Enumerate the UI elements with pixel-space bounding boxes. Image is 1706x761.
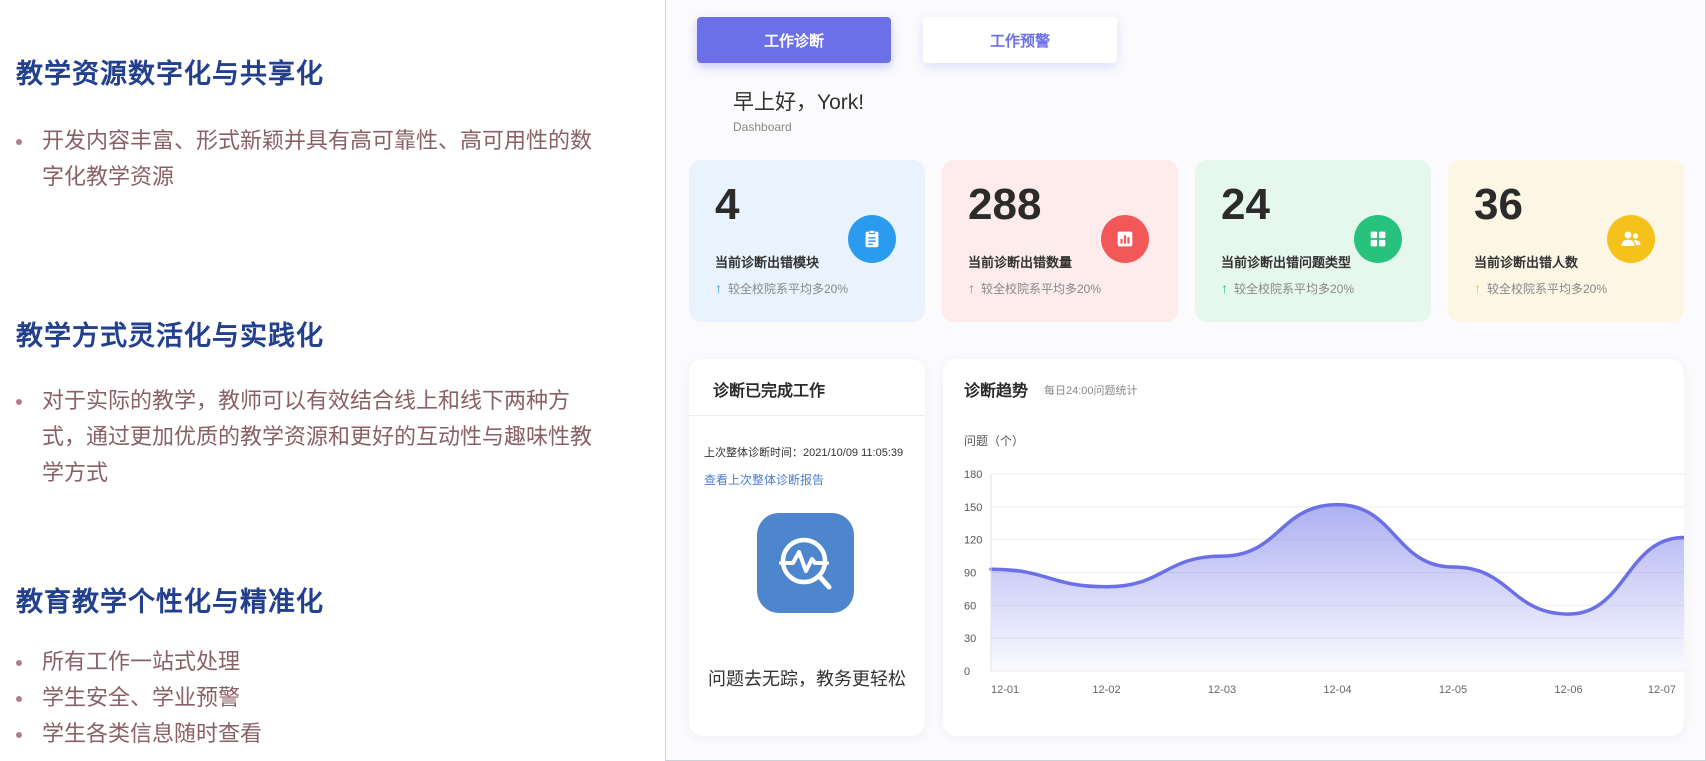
y-tick-label: 90 xyxy=(964,568,976,580)
section-bullets-resources: 开发内容丰富、形式新颖并具有高可靠性、高可用性的数字化教学资源 xyxy=(16,124,596,196)
x-tick-label: 12-07 xyxy=(1648,684,1676,696)
section-title-teaching: 教学方式灵活化与实践化 xyxy=(16,321,324,352)
stat-label: 当前诊断出错模块 xyxy=(715,255,820,270)
arrow-up-icon: ↑ xyxy=(968,280,975,296)
diagnosis-icon xyxy=(757,513,854,613)
stat-card-people[interactable]: 36 当前诊断出错人数 ↑ 较全校院系平均多20% xyxy=(1448,160,1684,322)
stat-comparison: ↑ 较全校院系平均多20% xyxy=(1221,280,1354,297)
list-item: 学生安全、学业预警 xyxy=(16,681,596,717)
stat-comparison: ↑ 较全校院系平均多20% xyxy=(715,280,848,297)
section-bullets-personalized: 所有工作一站式处理 学生安全、学业预警 学生各类信息随时查看 xyxy=(16,645,596,753)
view-last-report-link[interactable]: 查看上次整体诊断报告 xyxy=(704,471,824,488)
y-tick-label: 150 xyxy=(964,502,982,514)
chart-title: 诊断趋势 xyxy=(964,383,1029,400)
x-tick-label: 12-02 xyxy=(1092,684,1120,696)
arrow-up-icon: ↑ xyxy=(715,280,722,296)
x-tick-label: 12-06 xyxy=(1554,684,1582,696)
list-item: 对于实际的教学，教师可以有效结合线上和线下两种方式，通过更加优质的教学资源和更好… xyxy=(16,384,596,492)
clipboard-icon xyxy=(848,215,896,263)
section-bullets-teaching: 对于实际的教学，教师可以有效结合线上和线下两种方式，通过更加优质的教学资源和更好… xyxy=(16,384,596,492)
y-tick-label: 60 xyxy=(964,600,976,612)
stat-label: 当前诊断出错问题类型 xyxy=(1221,255,1352,270)
arrow-up-icon: ↑ xyxy=(1221,280,1228,296)
tab-work-warning[interactable]: 工作预警 xyxy=(923,17,1117,63)
stat-comparison-text: 较全校院系平均多20% xyxy=(981,282,1102,296)
completed-work-title: 诊断已完成工作 xyxy=(713,383,826,400)
chart-subtitle: 每日24:00问题统计 xyxy=(1044,385,1138,397)
greeting-text: 早上好，York! xyxy=(733,91,865,114)
stat-comparison-text: 较全校院系平均多20% xyxy=(1234,282,1355,296)
stat-value: 288 xyxy=(968,180,1042,229)
stat-card-modules[interactable]: 4 当前诊断出错模块 ↑ 较全校院系平均多20% xyxy=(689,160,925,322)
y-tick-label: 120 xyxy=(964,535,982,547)
section-title-personalized: 教育教学个性化与精准化 xyxy=(16,587,324,618)
trend-chart-card: 诊断趋势 每日24:00问题统计 问题（个） 0 30 60 90 120 150 180 1… xyxy=(943,359,1684,736)
stat-comparison: ↑ 较全校院系平均多20% xyxy=(1474,280,1607,297)
stat-comparison-text: 较全校院系平均多20% xyxy=(1487,282,1608,296)
dashboard-panel: 工作诊断 工作预警 早上好，York! Dashboard 4 当前诊断出错模块… xyxy=(665,0,1706,761)
list-item: 所有工作一站式处理 xyxy=(16,645,596,681)
chart-area-layer xyxy=(989,502,1684,671)
x-tick-label: 12-04 xyxy=(1323,684,1351,696)
stat-card-types[interactable]: 24 当前诊断出错问题类型 ↑ 较全校院系平均多20% xyxy=(1195,160,1431,322)
tab-work-diagnosis[interactable]: 工作诊断 xyxy=(697,17,891,63)
greeting-subtitle: Dashboard xyxy=(733,120,792,134)
stat-value: 24 xyxy=(1221,180,1270,229)
divider xyxy=(689,415,925,416)
arrow-up-icon: ↑ xyxy=(1474,280,1481,296)
stat-label: 当前诊断出错数量 xyxy=(968,255,1073,270)
y-axis-label: 问题（个） xyxy=(964,434,1024,448)
stat-value: 36 xyxy=(1474,180,1523,229)
section-title-resources: 教学资源数字化与共享化 xyxy=(16,59,324,90)
y-tick-label: 180 xyxy=(964,469,982,481)
grid-icon xyxy=(1354,215,1402,263)
trend-chart: 问题（个） 0 30 60 90 120 150 180 12-01 12-02 12-03 12-… xyxy=(964,434,1684,696)
left-text-panel: 教学资源数字化与共享化 开发内容丰富、形式新颖并具有高可靠性、高可用性的数字化教… xyxy=(0,0,660,761)
stat-value: 4 xyxy=(715,180,740,229)
y-tick-label: 0 xyxy=(964,666,970,678)
completed-work-card: 诊断已完成工作 上次整体诊断时间：2021/10/09 11:05:39 查看上… xyxy=(689,359,925,736)
slogan-text: 问题去无踪，教务更轻松 xyxy=(708,669,906,689)
users-icon xyxy=(1607,215,1655,263)
y-tick-label: 30 xyxy=(964,633,976,645)
list-item: 开发内容丰富、形式新颖并具有高可靠性、高可用性的数字化教学资源 xyxy=(16,124,596,196)
stat-card-errors[interactable]: 288 当前诊断出错数量 ↑ 较全校院系平均多20% xyxy=(942,160,1178,322)
stat-comparison-text: 较全校院系平均多20% xyxy=(728,282,849,296)
stat-comparison: ↑ 较全校院系平均多20% xyxy=(968,280,1101,297)
x-tick-label: 12-05 xyxy=(1439,684,1467,696)
bar-chart-icon xyxy=(1101,215,1149,263)
list-item: 学生各类信息随时查看 xyxy=(16,717,596,753)
last-diagnosis-time: 上次整体诊断时间：2021/10/09 11:05:39 xyxy=(704,447,904,459)
x-tick-label: 12-03 xyxy=(1208,684,1236,696)
x-tick-label: 12-01 xyxy=(991,684,1019,696)
stat-label: 当前诊断出错人数 xyxy=(1474,255,1579,270)
